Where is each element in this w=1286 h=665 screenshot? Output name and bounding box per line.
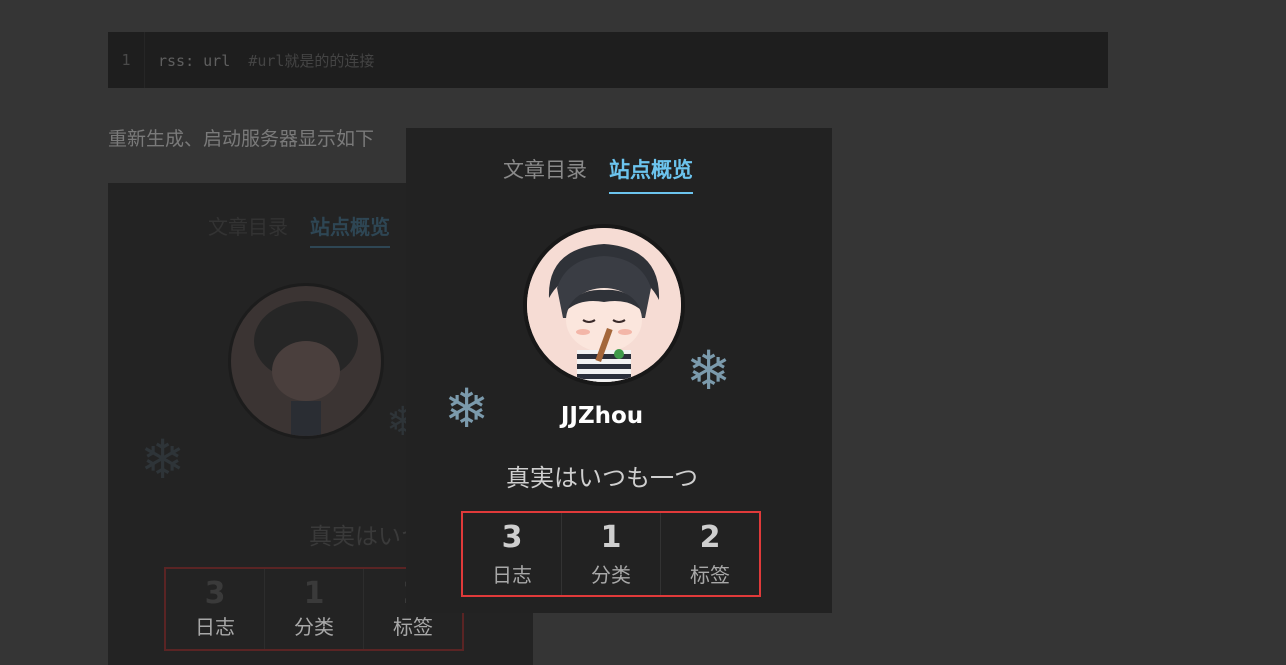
- snowflake-icon: ❄: [686, 339, 732, 402]
- bg-tab-overview: 站点概览: [310, 211, 390, 248]
- stat-tags[interactable]: 2 标签: [660, 513, 759, 595]
- body-paragraph: 重新生成、启动服务器显示如下: [108, 128, 375, 150]
- tab-overview[interactable]: 站点概览: [609, 154, 693, 194]
- bg-avatar: [228, 283, 384, 439]
- stat-categories-label: 分类: [591, 563, 631, 587]
- bg-tab-toc: 文章目录: [208, 215, 288, 239]
- code-block: 1 rss: url #url就是的的连接: [108, 32, 1108, 88]
- stat-posts-count: 3: [501, 520, 523, 555]
- stat-categories-count: 1: [600, 520, 622, 555]
- bg-snowflake-icon: ❄: [140, 428, 186, 491]
- sidebar-tab-bar: 文章目录 站点概览: [503, 154, 693, 194]
- code-text: rss: url: [158, 51, 249, 70]
- site-stats: 3 日志 1 分类 2 标签: [461, 511, 761, 597]
- line-number: 1: [108, 32, 145, 88]
- sidebar-overview-card: 文章目录 站点概览 ❄ ❄ JJZhou 真実はいつも一つ 3 日志 1 分类 …: [406, 128, 832, 613]
- stat-posts-label: 日志: [492, 563, 532, 587]
- stat-tags-count: 2: [699, 520, 721, 555]
- bg-stat-categories: 1 分类: [264, 569, 363, 649]
- author-name: JJZhou: [560, 403, 644, 429]
- bg-stat-posts: 3 日志: [195, 576, 235, 640]
- code-line: rss: url #url就是的的连接: [145, 50, 374, 71]
- stat-categories[interactable]: 1 分类: [561, 513, 660, 595]
- stat-posts[interactable]: 3 日志: [463, 513, 561, 595]
- tab-toc[interactable]: 文章目录: [503, 154, 587, 194]
- bg-tab-bar: 文章目录 站点概览: [208, 211, 390, 248]
- author-motto: 真実はいつも一つ: [506, 464, 698, 492]
- stat-tags-label: 标签: [690, 563, 730, 587]
- code-comment: #url就是的的连接: [248, 51, 375, 70]
- avatar[interactable]: [523, 224, 685, 386]
